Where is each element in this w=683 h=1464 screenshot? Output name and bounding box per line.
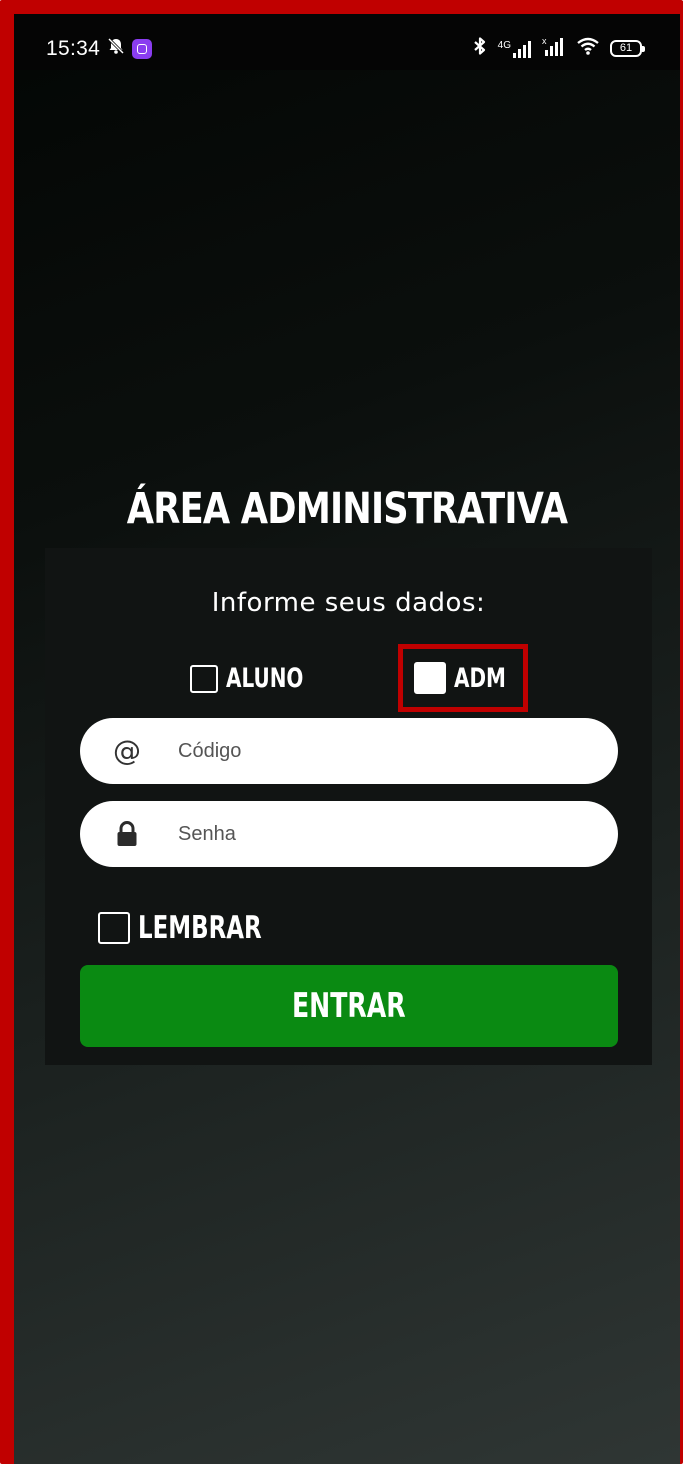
role-option-adm[interactable]: ADM bbox=[414, 662, 524, 694]
at-icon: @ bbox=[113, 734, 141, 767]
remember-option[interactable]: LEMBRAR bbox=[98, 910, 305, 946]
status-left-icons bbox=[106, 36, 152, 61]
code-field[interactable]: @ bbox=[80, 718, 618, 784]
status-bar: 15:34 4G x 61 bbox=[14, 14, 680, 70]
mute-bell-icon bbox=[106, 36, 126, 61]
role-option-aluno[interactable]: ALUNO bbox=[190, 663, 331, 694]
signal-no-service-icon: x bbox=[542, 36, 566, 61]
aluno-label: ALUNO bbox=[226, 663, 304, 694]
form-subtitle: Informe seus dados: bbox=[211, 588, 486, 618]
app-screen: 15:34 4G x 61 ÁREA ADMINISTRATIVA Inform… bbox=[0, 0, 683, 1464]
svg-text:x: x bbox=[542, 36, 547, 46]
aluno-checkbox[interactable] bbox=[190, 664, 218, 693]
login-card: Informe seus dados: ALUNO ADM @ Código L… bbox=[45, 548, 652, 1065]
assistant-app-icon bbox=[132, 38, 152, 59]
signal-label: 4G bbox=[497, 39, 511, 51]
password-input[interactable] bbox=[176, 821, 560, 847]
enter-button-label: ENTRAR bbox=[292, 986, 406, 1026]
code-input[interactable] bbox=[176, 738, 560, 764]
remember-checkbox[interactable] bbox=[98, 912, 130, 944]
wifi-icon bbox=[576, 36, 600, 61]
page-title: ÁREA ADMINISTRATIVA bbox=[126, 484, 568, 534]
adm-label: ADM bbox=[454, 662, 506, 694]
battery-icon: 61 bbox=[610, 40, 645, 57]
lock-icon bbox=[112, 819, 142, 849]
enter-button[interactable]: ENTRAR bbox=[80, 965, 618, 1047]
status-time: 15:34 bbox=[46, 37, 101, 60]
status-right-icons: 4G x 61 bbox=[472, 36, 645, 61]
signal-4g-icon: 4G bbox=[498, 40, 532, 58]
remember-label: LEMBRAR bbox=[138, 910, 262, 946]
password-field[interactable] bbox=[80, 801, 618, 867]
bluetooth-icon bbox=[472, 36, 488, 61]
adm-checkbox[interactable] bbox=[414, 662, 446, 694]
